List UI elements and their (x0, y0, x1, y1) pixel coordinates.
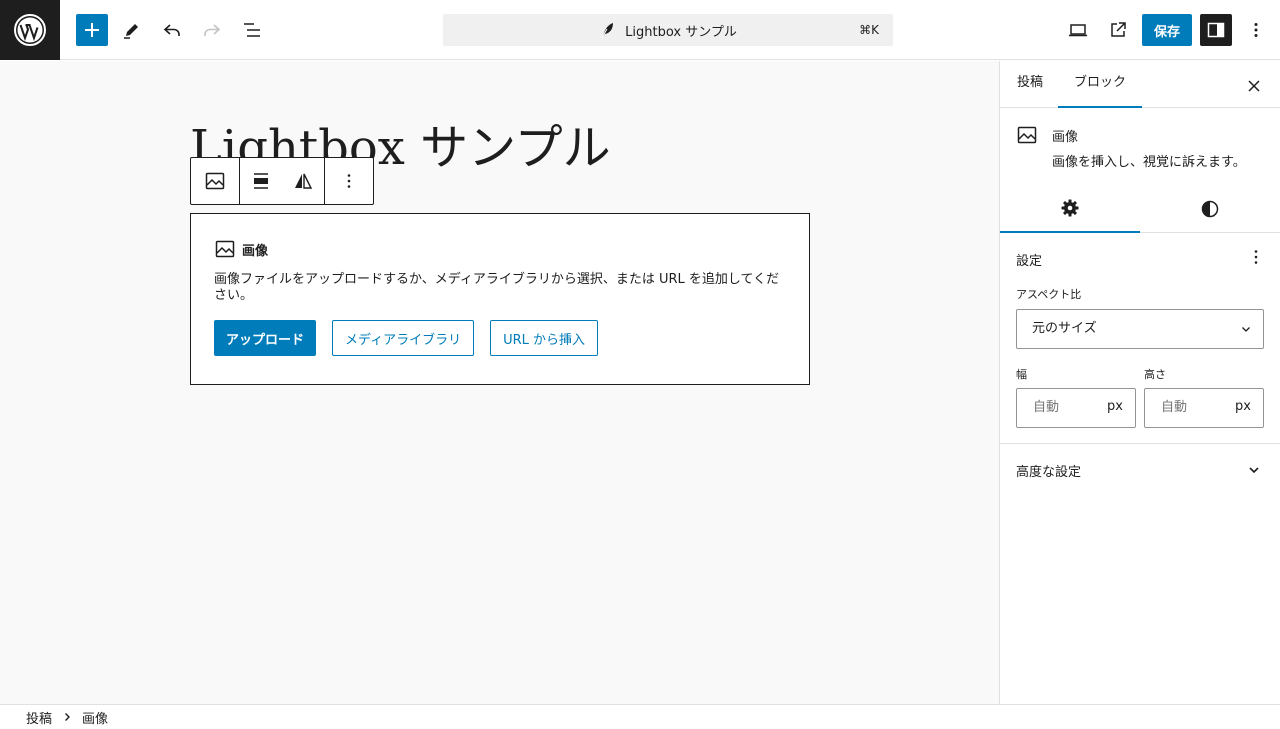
list-view-icon (244, 23, 260, 37)
aspect-ratio-select[interactable]: 元のサイズ (1016, 309, 1264, 349)
undo-button[interactable] (156, 14, 188, 46)
placeholder-instructions: 画像ファイルをアップロードするか、メディアライブラリから選択、または URL を… (214, 272, 780, 303)
wordpress-logo-button[interactable] (0, 0, 60, 60)
image-icon (215, 240, 235, 258)
block-card: 画像 画像を挿入し、視覚に訴えます。 (1000, 108, 1280, 185)
tools-button[interactable] (116, 14, 148, 46)
settings-panel-title: 設定 (1016, 254, 1043, 269)
chevron-right-icon (65, 713, 71, 721)
media-library-button[interactable]: メディアライブラリ (332, 320, 475, 356)
chevron-down-icon (1249, 467, 1259, 474)
view-post-button[interactable] (1102, 14, 1134, 46)
tab-styles[interactable] (1140, 185, 1280, 233)
more-vertical-icon (1254, 250, 1258, 264)
advanced-panel-toggle[interactable]: 高度な設定 (1000, 444, 1280, 496)
command-palette-bar[interactable]: Lightbox サンプル ⌘K (443, 14, 893, 46)
redo-icon (204, 24, 221, 36)
settings-sidebar: 投稿 ブロック 画像 画像を挿入し、視覚に訴えます。 設定 アスペクト比 元のサ… (999, 61, 1280, 704)
block-inserter-button[interactable] (76, 14, 108, 46)
block-card-description: 画像を挿入し、視覚に訴えます。 (1052, 155, 1246, 170)
tab-settings[interactable] (1000, 185, 1140, 233)
width-label: 幅 (1016, 368, 1027, 381)
document-title: Lightbox サンプル (625, 24, 737, 40)
height-input[interactable]: 自動 px (1144, 388, 1264, 428)
breadcrumb-item-image: 画像 (82, 711, 109, 727)
feather-icon (601, 23, 614, 39)
insert-from-url-button[interactable]: URL から挿入 (490, 320, 599, 356)
more-vertical-icon (347, 174, 351, 188)
align-button[interactable] (240, 158, 282, 204)
redo-button[interactable] (196, 14, 228, 46)
height-label: 高さ (1144, 368, 1166, 381)
aspect-ratio-value: 元のサイズ (1032, 321, 1097, 336)
more-vertical-icon (1254, 23, 1258, 37)
desktop-icon (1069, 24, 1087, 37)
align-group (240, 158, 325, 204)
tab-block[interactable]: ブロック (1058, 61, 1143, 108)
undo-icon (163, 24, 180, 36)
height-placeholder: 自動 (1161, 400, 1188, 415)
placeholder-actions: アップロード メディアライブラリ URL から挿入 (214, 320, 786, 356)
settings-sidebar-toggle[interactable] (1200, 14, 1232, 46)
gear-icon (1061, 199, 1079, 217)
editor-header: Lightbox サンプル ⌘K 保存 (0, 0, 1280, 60)
sidebar-tabs: 投稿 ブロック (1000, 61, 1280, 108)
image-icon (205, 172, 225, 190)
align-none-icon (254, 173, 268, 189)
width-unit: px (1107, 399, 1123, 414)
width-placeholder: 自動 (1033, 400, 1060, 415)
aspect-ratio-label: アスペクト比 (1016, 288, 1082, 301)
external-link-icon (1111, 22, 1126, 37)
height-unit: px (1235, 399, 1251, 414)
breadcrumb: 投稿 画像 (0, 704, 1280, 729)
wordpress-icon (14, 14, 46, 46)
close-sidebar-button[interactable] (1242, 74, 1266, 98)
editor-canvas: Lightbox サンプル 画像 画像ファイルをアップロードするか、メディアライ… (0, 61, 999, 704)
options-group (325, 158, 373, 204)
image-placeholder: 画像 画像ファイルをアップロードするか、メディアライブラリから選択、または UR… (190, 213, 810, 385)
pencil-icon (124, 24, 138, 39)
sidebar-icon (1207, 22, 1225, 38)
chevron-down-icon (1242, 327, 1250, 332)
preview-button[interactable] (1062, 14, 1094, 46)
duotone-button[interactable] (282, 158, 324, 204)
block-toolbar (190, 157, 374, 205)
inspector-tabs (1000, 185, 1280, 233)
placeholder-label-text: 画像 (242, 243, 269, 259)
options-menu-button[interactable] (1240, 14, 1272, 46)
contrast-icon (1201, 200, 1219, 218)
block-switcher-button[interactable] (191, 158, 239, 204)
keyboard-shortcut: ⌘K (859, 23, 879, 37)
placeholder-label: 画像 (214, 238, 786, 260)
settings-panel-options-button[interactable] (1246, 247, 1266, 267)
block-switcher-group (191, 158, 240, 204)
plus-icon (85, 23, 99, 37)
document-overview-button[interactable] (236, 14, 268, 46)
close-icon (1248, 80, 1260, 92)
flip-icon (295, 173, 313, 189)
tab-post[interactable]: 投稿 (1001, 61, 1059, 108)
save-button[interactable]: 保存 (1142, 14, 1192, 46)
breadcrumb-item-post[interactable]: 投稿 (26, 708, 52, 727)
width-input[interactable]: 自動 px (1016, 388, 1136, 428)
advanced-panel-title: 高度な設定 (1016, 465, 1082, 480)
image-icon (1017, 126, 1037, 144)
settings-panel: 設定 アスペクト比 元のサイズ 幅 高さ 自動 px 自動 px (1000, 233, 1280, 444)
upload-button[interactable]: アップロード (214, 320, 317, 356)
block-card-title: 画像 (1052, 130, 1079, 145)
block-options-button[interactable] (325, 158, 373, 204)
